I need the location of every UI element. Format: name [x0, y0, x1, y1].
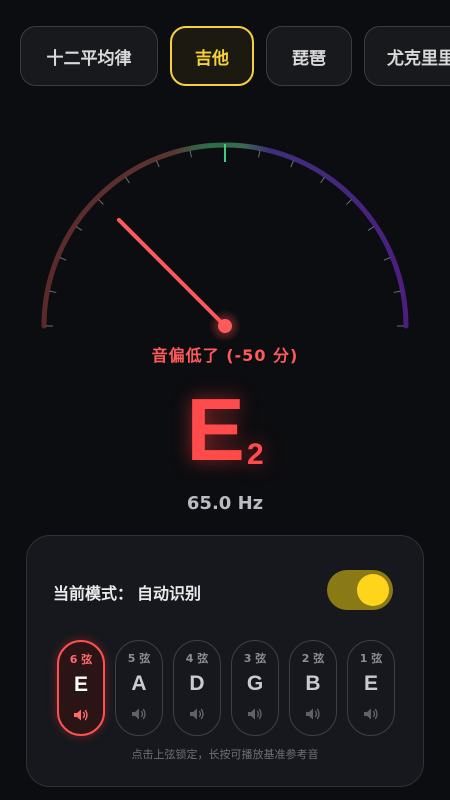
string-number: 4 弦 [185, 652, 209, 665]
string-note: B [305, 672, 321, 695]
usage-hint: 点击上弦锁定，长按可播放基准参考音 [131, 748, 319, 761]
tab-guitar[interactable]: 吉他 [170, 26, 254, 86]
gauge-tick [346, 199, 352, 205]
gauge-arc [41, 142, 409, 329]
gauge-tick [320, 176, 325, 184]
needle-pivot [218, 319, 232, 333]
speaker-icon [247, 706, 263, 725]
string-note: D [189, 672, 205, 695]
frequency-readout: 65.0 Hz [186, 493, 264, 514]
gauge-tick [59, 257, 67, 261]
gauge-tick [75, 226, 83, 231]
string-panel: 当前模式： 自动识别 6 弦 E 5 弦 A 4 弦 D 3 弦 G 2 弦 B… [26, 535, 424, 787]
string-6-button[interactable]: 6 弦 E [57, 640, 105, 736]
string-5-button[interactable]: 5 弦 A [115, 640, 163, 736]
instrument-tabs: 十二平均律 吉他 琵琶 尤克里里 [20, 26, 450, 86]
string-number: 6 弦 [69, 653, 93, 666]
tuning-gauge [41, 142, 409, 342]
mode-value: 自动识别 [137, 584, 202, 603]
string-2-button[interactable]: 2 弦 B [289, 640, 337, 736]
string-note: G [246, 672, 264, 695]
mode-label: 当前模式： 自动识别 [53, 580, 201, 604]
note-letter: E [186, 380, 245, 479]
string-note: E [73, 673, 88, 696]
string-selector: 6 弦 E 5 弦 A 4 弦 D 3 弦 G 2 弦 B 1 弦 E [57, 640, 395, 736]
gauge-tick [98, 199, 104, 205]
speaker-icon [131, 706, 147, 725]
gauge-tick [189, 150, 192, 158]
speaker-icon [73, 707, 89, 726]
string-number: 3 弦 [243, 652, 267, 665]
speaker-icon [363, 706, 379, 725]
string-number: 5 弦 [127, 652, 151, 665]
gauge-tick [258, 150, 261, 158]
string-3-button[interactable]: 3 弦 G [231, 640, 279, 736]
speaker-icon [189, 706, 205, 725]
gauge-tick [156, 160, 160, 168]
tab-twelve-tet[interactable]: 十二平均律 [20, 26, 158, 86]
tuner-screen: 十二平均律 吉他 琵琶 尤克里里 音偏低了 (-50 分) E2 65.0 Hz… [0, 0, 450, 800]
gauge-ticks [46, 147, 404, 327]
speaker-icon [305, 706, 321, 725]
string-note: A [131, 672, 147, 695]
gauge-tick [367, 226, 375, 231]
string-note: E [363, 672, 378, 695]
note-octave: 2 [247, 438, 264, 471]
tab-ukulele[interactable]: 尤克里里 [364, 26, 450, 86]
mode-label-text: 当前模式： [53, 584, 134, 603]
string-number: 1 弦 [359, 652, 383, 665]
toggle-knob [357, 574, 389, 606]
gauge-tick [383, 257, 391, 261]
detected-note: E2 [0, 380, 450, 480]
tab-pipa[interactable]: 琵琶 [266, 26, 352, 86]
gauge-tick [49, 290, 57, 293]
pitch-status: 音偏低了 (-50 分) [151, 346, 299, 365]
gauge-tick [125, 176, 130, 184]
string-4-button[interactable]: 4 弦 D [173, 640, 221, 736]
gauge-tick [393, 290, 401, 293]
tuning-needle [116, 217, 227, 328]
string-number: 2 弦 [301, 652, 325, 665]
gauge-tick [290, 160, 294, 168]
auto-detect-toggle[interactable] [327, 570, 393, 610]
string-1-button[interactable]: 1 弦 E [347, 640, 395, 736]
